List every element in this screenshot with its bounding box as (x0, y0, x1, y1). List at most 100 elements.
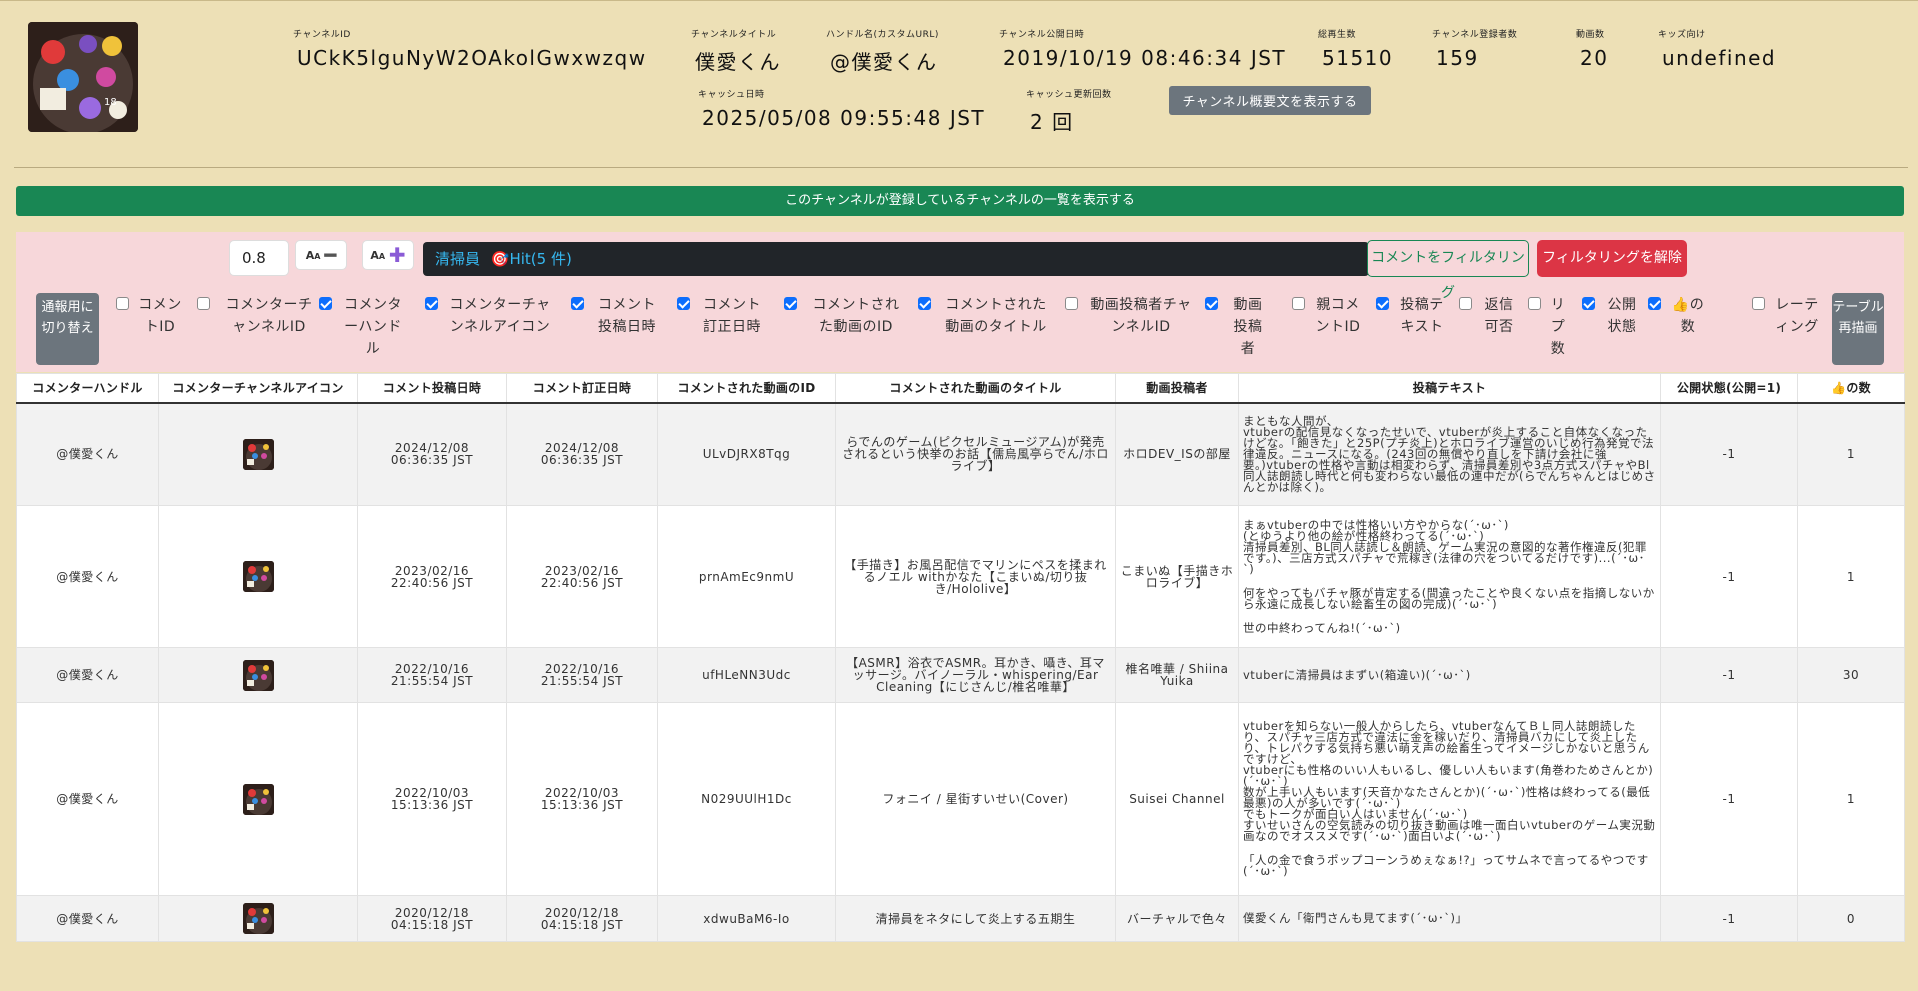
cell-uploader[interactable]: Suisei Channel (1115, 702, 1239, 896)
posted-date: 2023/02/16 (394, 563, 470, 578)
channel-title-field: チャンネルタイトル 僕愛くん (691, 27, 781, 75)
column-label: コメントされた動画のID (812, 297, 900, 335)
videos-label: 動画数 (1576, 30, 1605, 40)
cell-icon (158, 402, 358, 506)
checkbox[interactable] (319, 297, 332, 310)
checkbox[interactable] (1459, 297, 1472, 310)
published-field: チャンネル公開日時 2019/10/19 08:46:34 JST (999, 27, 1286, 70)
cell-video-id[interactable]: xdwuBaM6-Io (657, 895, 836, 942)
cell-video-id[interactable]: prnAmEc9nmU (657, 505, 836, 648)
header-public-status[interactable]: 公開状態(公開=1) (1660, 373, 1798, 404)
cell-likes: 1 (1797, 702, 1905, 896)
checkbox[interactable] (1376, 297, 1389, 310)
commenter-avatar (242, 561, 274, 592)
cell-posted: 2024/12/08 06:36:35 JST (357, 402, 507, 506)
edited-time: 15:13:36 JST (540, 798, 624, 812)
checkbox[interactable] (116, 297, 129, 310)
zoom-input[interactable]: 0.8 (229, 240, 289, 276)
cell-edited: 2023/02/16 22:40:56 JST (506, 505, 658, 648)
column-toggle-reply-count[interactable]: リプ数 (1528, 294, 1566, 360)
header-commenter-handle[interactable]: コメンターハンドル (16, 373, 159, 404)
column-toggle-uploader-channel-id[interactable]: 動画投稿者チャンネルID (1065, 294, 1195, 338)
post-line: 「人の金で食うポップコーンうめぇなぁ!?」ってサムネで言ってるやつです(´･ω･… (1243, 853, 1649, 878)
cell-video-title[interactable]: 清掃員をネタにして炎上する五期生 (835, 895, 1116, 942)
cache-value: 2025/05/08 09:55:48 JST (702, 106, 986, 130)
kids-value: undefined (1662, 46, 1777, 70)
cell-uploader[interactable]: バーチャルで色々 (1115, 895, 1239, 942)
column-toggle-public-status[interactable]: 公開状態 (1582, 294, 1640, 338)
edited-date: 2023/02/16 (544, 563, 620, 578)
checkbox[interactable] (1752, 297, 1765, 310)
cell-video-title[interactable]: 【ASMR】浴衣でASMR。耳かき、囁き、耳マッサージ。バイノーラル・whisp… (835, 647, 1116, 703)
channel-header: 18 チャンネルID UCkK5lguNyW2OAkolGwxwzqw チャンネ… (0, 0, 1918, 168)
header-edited-date[interactable]: コメント訂正日時 (506, 373, 658, 404)
cell-video-title[interactable]: フォニイ / 星街すいせい(Cover) (835, 702, 1116, 896)
show-subscriptions-button[interactable]: このチャンネルが登録しているチャンネルの一覧を表示する (16, 186, 1904, 216)
redraw-table-button[interactable]: テーブル再描画 (1832, 293, 1884, 365)
header-posted-date[interactable]: コメント投稿日時 (357, 373, 507, 404)
report-mode-toggle-button[interactable]: 通報用に切り替え (36, 293, 99, 365)
column-toggle-commenter-icon[interactable]: コメンターチャンネルアイコン (425, 294, 553, 338)
checkbox[interactable] (677, 297, 690, 310)
cell-video-title[interactable]: らでんのゲーム(ピクセルミュージアム)が発売されるという快挙のお話【儒烏風亭らで… (835, 402, 1116, 506)
font-decrease-button[interactable]: AA ━ (295, 240, 347, 270)
table-row: @僕愛くん 2022/10/03 15:13:36 JST 2022/10/03 1… (16, 702, 1905, 896)
header-commenter-icon[interactable]: コメンターチャンネルアイコン (158, 373, 358, 404)
cell-uploader[interactable]: こまいぬ【手描きホロライブ】 (1115, 505, 1239, 648)
column-toggle-uploader[interactable]: 動画投稿者 (1205, 294, 1269, 360)
column-label: 👍の数 (1671, 297, 1705, 335)
cell-video-id[interactable]: N029UUlH1Dc (657, 702, 836, 896)
header-post-text[interactable]: 投稿テキスト (1238, 373, 1661, 404)
handle-label: ハンドル名(カスタムURL) (826, 30, 939, 40)
column-toggle-commenter-handle[interactable]: コメンターハンドル (319, 294, 405, 360)
checkbox[interactable] (1528, 297, 1541, 310)
show-description-button[interactable]: チャンネル概要文を表示する (1169, 86, 1371, 115)
comments-table: コメンターハンドル コメンターチャンネルアイコン コメント投稿日時 コメント訂正… (16, 373, 1905, 942)
column-toggle-edited-date[interactable]: コメント訂正日時 (677, 294, 765, 338)
column-toggle-comment-id[interactable]: コメントID (116, 294, 182, 338)
font-small-label: A (305, 249, 315, 262)
column-label: コメンターチャンネルアイコン (449, 297, 551, 335)
cell-video-id[interactable]: ufHLeNN3Udc (657, 647, 836, 703)
header-video-title[interactable]: コメントされた動画のタイトル (835, 373, 1116, 404)
checkbox[interactable] (1648, 297, 1661, 310)
search-input[interactable]: 清掃員 🎯Hit(5 件) (423, 242, 1369, 276)
column-toggle-parent-id[interactable]: 親コメントID (1292, 294, 1362, 338)
checkbox[interactable] (197, 297, 210, 310)
edited-time: 04:15:18 JST (540, 917, 624, 932)
subscribers-value: 159 (1436, 46, 1479, 70)
checkbox[interactable] (784, 297, 797, 310)
clear-filter-button[interactable]: フィルタリングを解除 (1537, 240, 1687, 277)
column-toggle-posted-date[interactable]: コメント投稿日時 (571, 294, 661, 338)
column-label: 公開状態 (1607, 297, 1637, 335)
column-toggle-video-title[interactable]: コメントされた動画のタイトル (918, 294, 1052, 338)
header-likes[interactable]: 👍の数 (1797, 373, 1905, 404)
column-toggle-video-id[interactable]: コメントされた動画のID (784, 294, 906, 338)
cell-uploader[interactable]: 椎名唯華 / Shiina Yuika (1115, 647, 1239, 703)
font-increase-button[interactable]: AA ✚ (362, 240, 414, 270)
views-value: 51510 (1322, 46, 1394, 70)
checkbox[interactable] (918, 297, 931, 310)
channel-title-value: 僕愛くん (695, 50, 781, 74)
checkbox[interactable] (1205, 297, 1218, 310)
checkbox[interactable] (1582, 297, 1595, 310)
header-uploader[interactable]: 動画投稿者 (1115, 373, 1239, 404)
cell-status: -1 (1660, 702, 1798, 896)
handle-value: @僕愛くん (830, 50, 938, 74)
channel-id-field: チャンネルID UCkK5lguNyW2OAkolGwxwzqw (293, 27, 647, 70)
checkbox[interactable] (571, 297, 584, 310)
checkbox[interactable] (1292, 297, 1305, 310)
checkbox[interactable] (425, 297, 438, 310)
column-toggle-post-text[interactable]: 投稿テキスト (1376, 294, 1446, 338)
cell-video-id[interactable]: ULvDJRX8Tqg (657, 402, 836, 506)
column-toggle-likes[interactable]: 👍の数 (1648, 294, 1706, 338)
filter-comments-button[interactable]: コメントをフィルタリング (1367, 240, 1529, 301)
column-toggle-reply-allowed[interactable]: 返信可否 (1459, 294, 1517, 338)
cell-uploader[interactable]: ホロDEV_ISの部屋 (1115, 402, 1239, 506)
checkbox[interactable] (1065, 297, 1078, 310)
header-video-id[interactable]: コメントされた動画のID (657, 373, 836, 404)
posted-date: 2020/12/18 (394, 905, 470, 920)
cell-video-title[interactable]: 【手描き】お風呂配信でマリンにペスを揉まれるノエル withかなた【こまいぬ/切… (835, 505, 1116, 648)
column-toggle-rating[interactable]: レーティング (1752, 294, 1820, 338)
column-toggle-commenter-channel-id[interactable]: コメンターチャンネルID (197, 294, 319, 338)
